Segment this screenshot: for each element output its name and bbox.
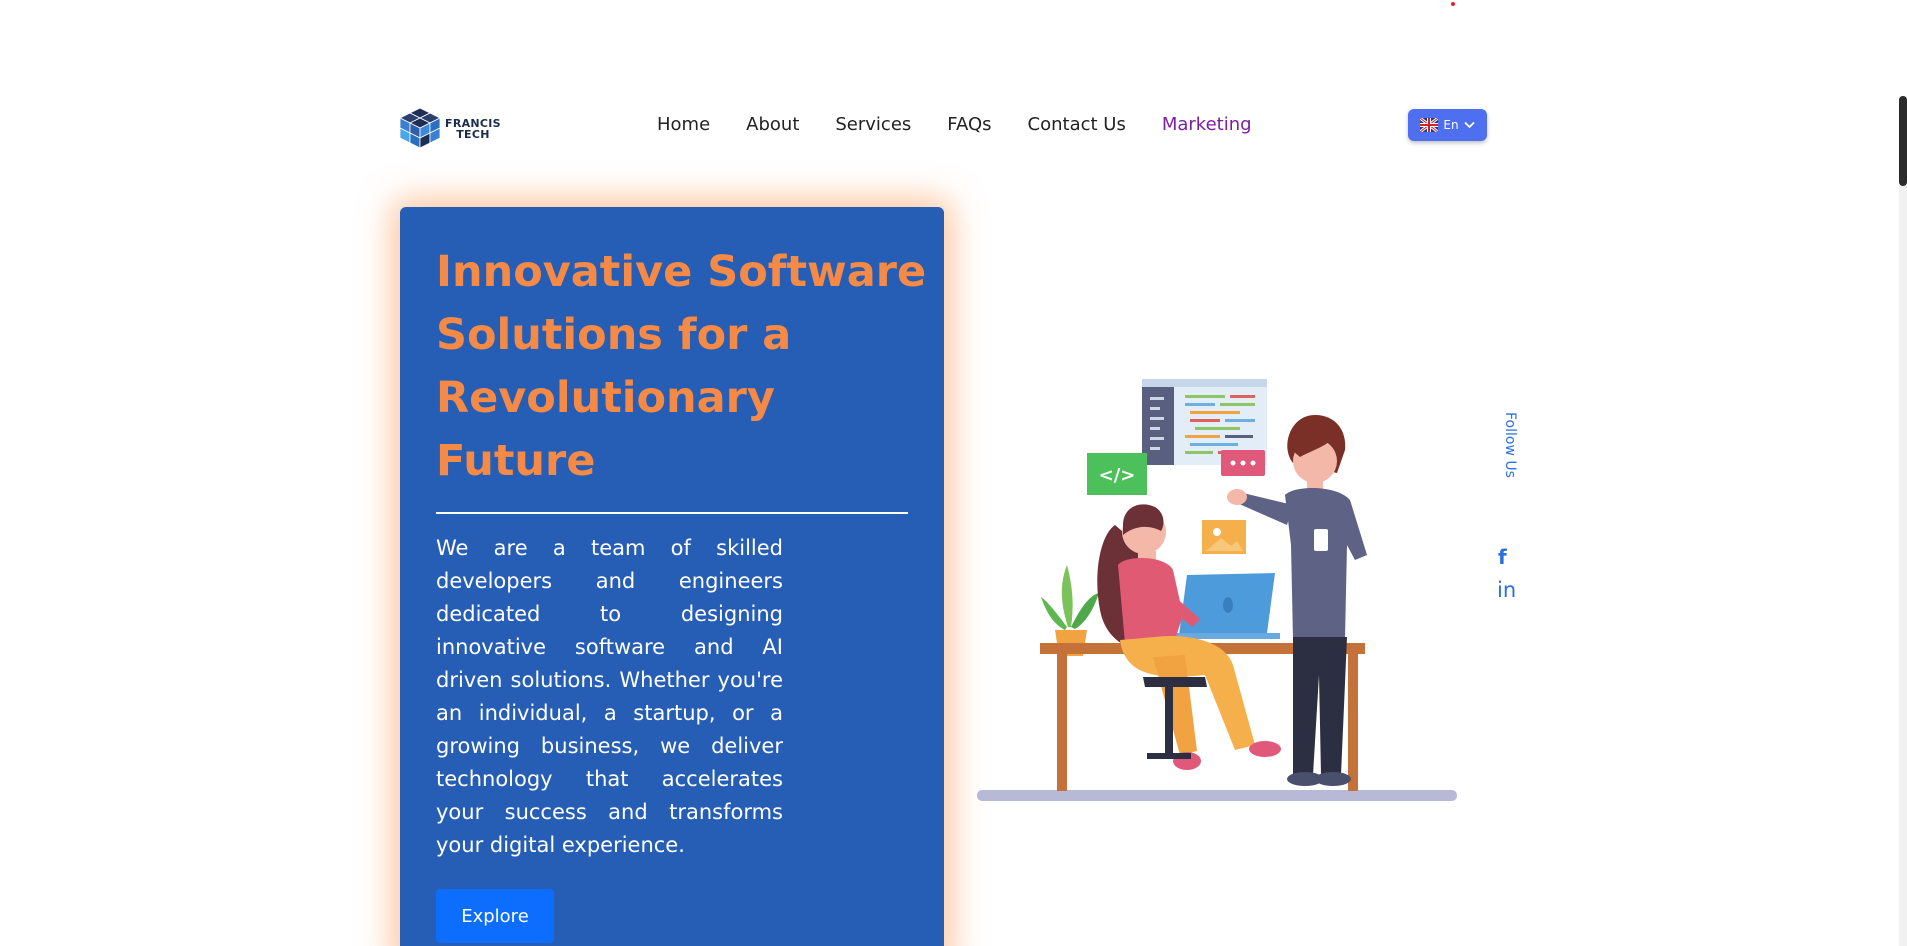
- brand-name: FRANCIS TECH: [445, 118, 501, 140]
- hero-divider: [436, 512, 908, 514]
- nav-item-about[interactable]: About: [746, 113, 799, 137]
- uk-flag-icon: [1420, 118, 1439, 132]
- hero-title: Innovative Software Solutions for a Revo…: [436, 247, 927, 486]
- language-selector[interactable]: En: [1408, 109, 1487, 141]
- brand-line-2: TECH: [456, 128, 490, 141]
- nav-item-contact-us[interactable]: Contact Us: [1028, 113, 1126, 137]
- scrollbar-thumb[interactable]: [1899, 96, 1907, 186]
- nav-item-services[interactable]: Services: [835, 113, 911, 137]
- hero-description: We are a team of skilled developers and …: [436, 536, 783, 857]
- nav-item-home[interactable]: Home: [657, 113, 710, 137]
- hero-illustration: </>: [977, 379, 1457, 801]
- chevron-down-icon: [1463, 121, 1475, 129]
- facebook-icon[interactable]: f: [1498, 545, 1507, 569]
- hero-card: Innovative Software Solutions for a Revo…: [400, 207, 944, 946]
- main-nav: Home About Services FAQs Contact Us Mark…: [657, 113, 1288, 137]
- page: FRANCIS TECH Home About Services FAQs Co…: [0, 0, 1907, 946]
- code-tag-icon: </>: [1087, 453, 1147, 495]
- explore-button[interactable]: Explore: [436, 889, 554, 943]
- nav-item-faqs[interactable]: FAQs: [947, 113, 991, 137]
- cube-logo-icon: [399, 107, 441, 149]
- image-icon: [1202, 520, 1246, 554]
- language-label: En: [1443, 118, 1459, 132]
- svg-text:</>: </>: [1099, 465, 1136, 486]
- linkedin-icon[interactable]: in: [1497, 578, 1516, 602]
- chat-bubble-icon: [1221, 450, 1265, 476]
- follow-us-label: Follow Us: [1502, 412, 1518, 478]
- nav-item-marketing[interactable]: Marketing: [1162, 113, 1252, 137]
- brand-logo[interactable]: FRANCIS TECH: [399, 105, 511, 153]
- plant-graphic: [1041, 565, 1099, 656]
- indicator-dot: [1451, 2, 1455, 6]
- scrollbar-track[interactable]: [1899, 96, 1907, 946]
